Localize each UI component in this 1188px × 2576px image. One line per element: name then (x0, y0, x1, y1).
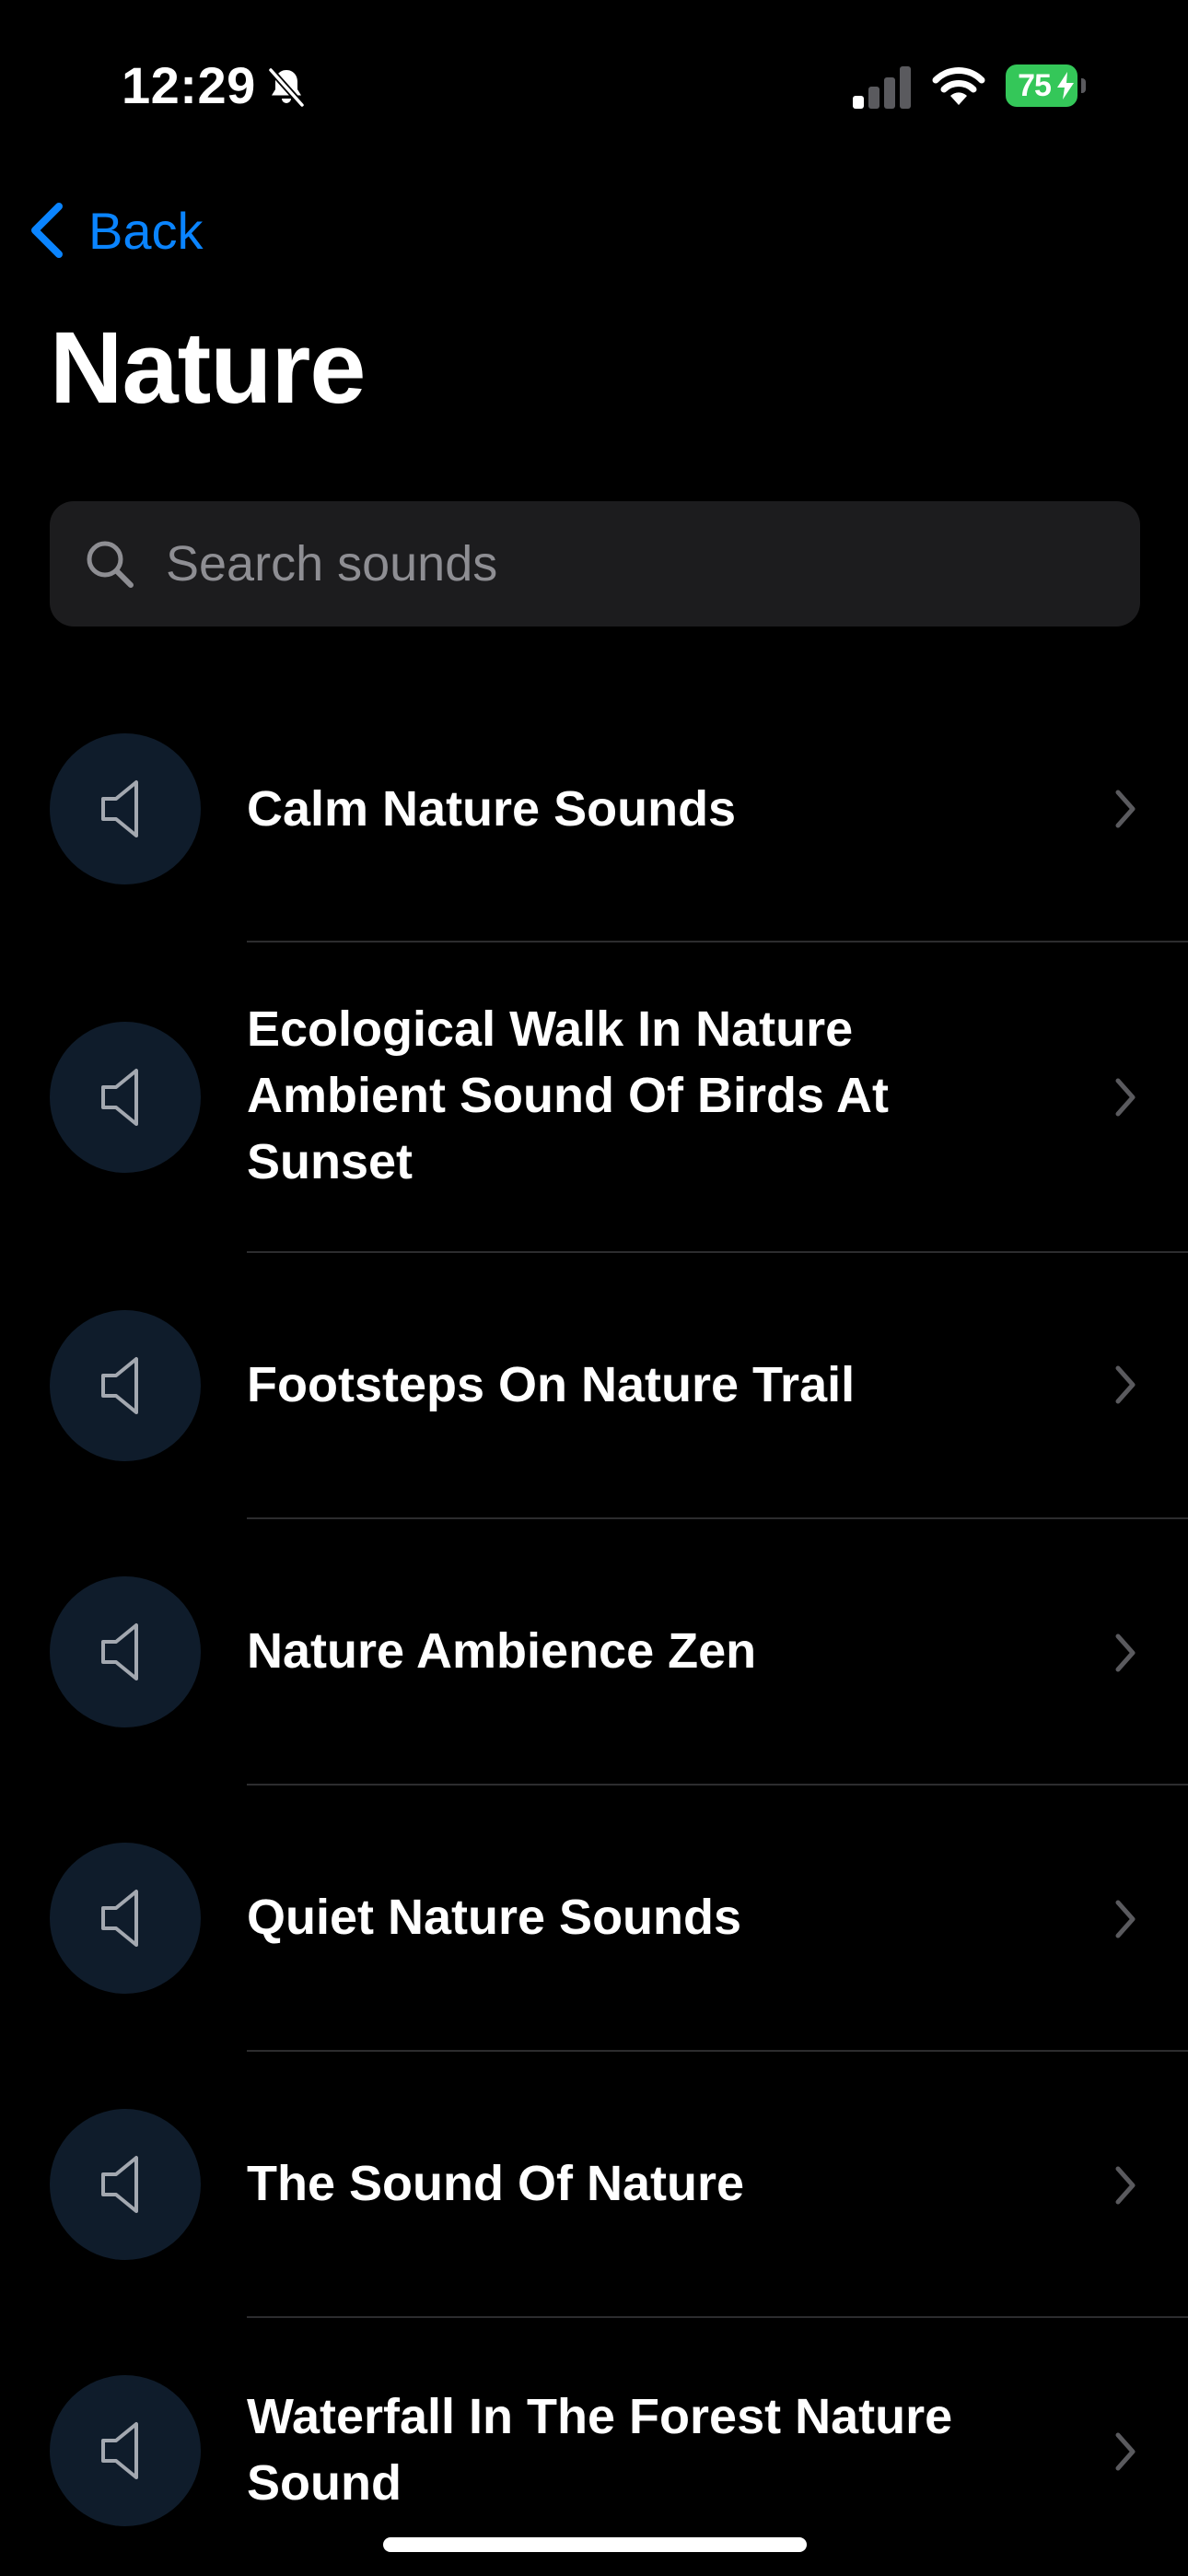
status-time: 12:29 (122, 56, 256, 114)
chevron-right-icon (1115, 2432, 1136, 2471)
sound-icon-badge (50, 1022, 201, 1173)
status-bar: 12:29 75 (0, 0, 1188, 166)
sound-icon-badge (50, 2375, 201, 2526)
list-item-title: Calm Nature Sounds (247, 781, 737, 837)
battery-icon: 75 (1006, 64, 1077, 107)
home-indicator[interactable] (383, 2537, 807, 2552)
bell-slash-icon (268, 67, 305, 108)
search-bar[interactable] (50, 501, 1140, 626)
page-title: Nature (50, 311, 366, 425)
sound-icon-badge (50, 1576, 201, 1727)
list-item-title: The Sound Of Nature (247, 2156, 744, 2211)
back-button[interactable]: Back (26, 195, 204, 265)
sound-icon-badge (50, 1310, 201, 1461)
list-item[interactable]: Ecological Walk In Nature Ambient Sound … (0, 943, 1188, 1253)
sound-icon-badge (50, 733, 201, 884)
chevron-left-icon (31, 203, 63, 258)
list-item-title: Quiet Nature Sounds (247, 1890, 742, 1945)
cellular-signal-icon (853, 66, 911, 109)
list-item[interactable]: The Sound Of Nature (0, 2051, 1188, 2318)
chevron-right-icon (1115, 2166, 1136, 2205)
speaker-icon (101, 1890, 138, 1947)
wifi-icon (932, 67, 985, 105)
list-item[interactable]: Footsteps On Nature Trail (0, 1252, 1188, 1519)
list-item[interactable]: Nature Ambience Zen (0, 1518, 1188, 1786)
battery-cap (1081, 78, 1086, 93)
list-item[interactable]: Quiet Nature Sounds (0, 1785, 1188, 2052)
chevron-right-icon (1115, 1633, 1136, 1672)
speaker-icon (101, 2156, 138, 2213)
battery-indicator: 75 (1006, 64, 1086, 107)
speaker-icon (101, 1069, 138, 1126)
chevron-right-icon (1115, 790, 1136, 828)
list-item[interactable]: Calm Nature Sounds (0, 733, 1188, 943)
chevron-right-icon (1115, 1078, 1136, 1117)
list-item-title: Waterfall In The Forest Nature Sound (247, 2389, 953, 2511)
speaker-icon (101, 2422, 138, 2479)
list-item-title: Nature Ambience Zen (247, 1623, 757, 1679)
chevron-right-icon (1115, 1900, 1136, 1938)
search-input[interactable] (166, 535, 1112, 592)
speaker-icon (101, 1623, 138, 1680)
speaker-icon (101, 780, 138, 837)
speaker-icon (101, 1357, 138, 1414)
bolt-icon (1057, 72, 1074, 100)
sound-icon-badge (50, 1843, 201, 1994)
back-label: Back (88, 201, 204, 260)
search-icon (87, 541, 134, 588)
list-item-title: Ecological Walk In Nature Ambient Sound … (247, 1001, 889, 1189)
sound-icon-badge (50, 2109, 201, 2260)
chevron-right-icon (1115, 1365, 1136, 1404)
list-item-title: Footsteps On Nature Trail (247, 1357, 856, 1412)
